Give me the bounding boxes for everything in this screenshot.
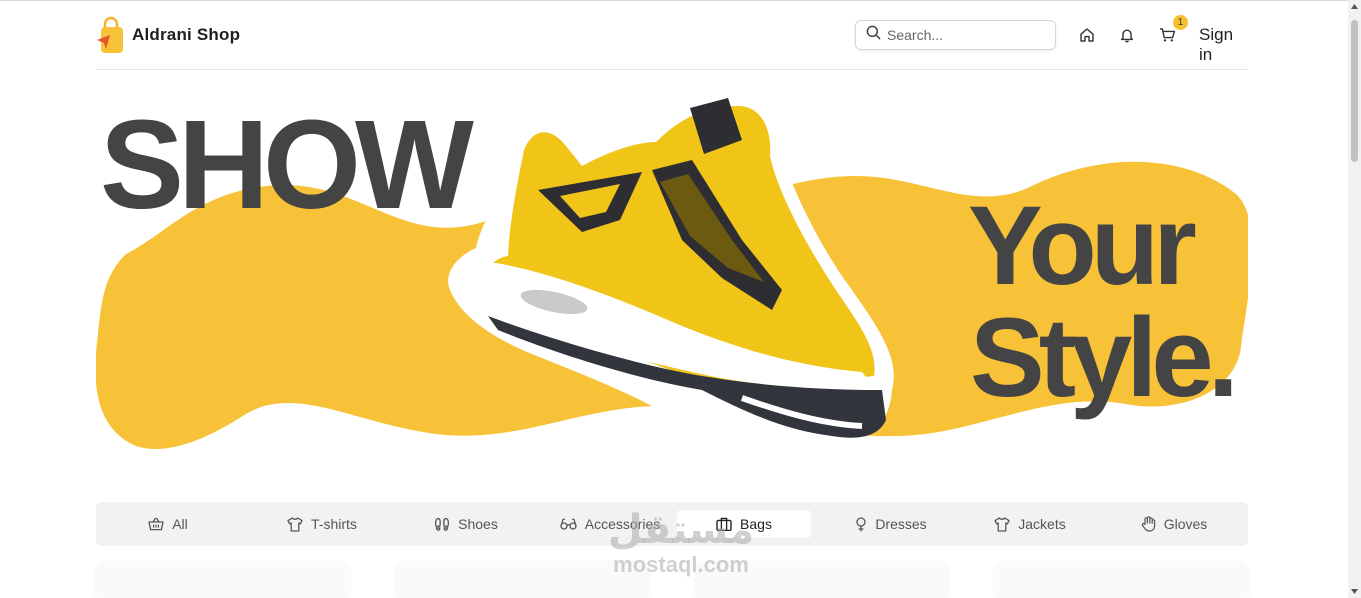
scroll-up-arrow-icon[interactable] <box>1350 3 1359 11</box>
glasses-icon <box>560 518 577 530</box>
category-label: T-shirts <box>311 516 357 532</box>
page-scrollbar[interactable] <box>1348 0 1361 598</box>
category-tab-tshirts[interactable]: T-shirts <box>258 510 386 538</box>
footprints-icon <box>434 517 450 532</box>
search-box[interactable] <box>855 20 1056 50</box>
category-tab-jackets[interactable]: Jackets <box>976 510 1084 538</box>
basket-icon <box>148 517 164 531</box>
product-card[interactable] <box>96 562 350 598</box>
search-icon <box>866 25 881 45</box>
hand-icon <box>1141 516 1156 532</box>
scrollbar-thumb[interactable] <box>1351 20 1358 162</box>
category-tab-shoes[interactable]: Shoes <box>406 510 526 538</box>
yellow-sneaker-image <box>448 95 894 441</box>
category-tab-dresses[interactable]: Dresses <box>832 510 950 538</box>
watermark: مستقل mostaql.com <box>596 510 766 578</box>
shopping-bag-logo-icon <box>96 16 126 54</box>
scroll-down-arrow-icon[interactable] <box>1350 587 1359 595</box>
site-header: Aldrani Shop 1 Sign in <box>96 0 1248 70</box>
watermark-arabic: مستقل <box>607 507 755 553</box>
category-label: Jackets <box>1018 516 1066 532</box>
search-input[interactable] <box>887 27 1047 43</box>
watermark-latin: mostaql.com <box>613 552 749 577</box>
brand[interactable]: Aldrani Shop <box>96 16 240 54</box>
female-icon <box>855 516 867 532</box>
hero-word-show: SHOW <box>100 94 474 235</box>
product-card[interactable] <box>994 562 1248 598</box>
category-label: Dresses <box>875 516 927 532</box>
sign-in-link[interactable]: Sign in <box>1199 25 1248 65</box>
category-label: All <box>172 516 188 532</box>
category-label: Gloves <box>1163 516 1208 532</box>
category-tab-all[interactable]: All <box>114 510 222 538</box>
brand-name: Aldrani Shop <box>132 25 241 44</box>
hero-banner: SHOW Your Style. <box>96 84 1248 464</box>
hero-word-your: Your <box>968 183 1197 308</box>
tshirt-icon <box>287 516 303 532</box>
bell-icon[interactable] <box>1116 24 1138 46</box>
cart-count-badge: 1 <box>1173 15 1188 30</box>
hero-word-style: Style. <box>970 295 1239 420</box>
category-label: Shoes <box>458 516 498 532</box>
home-icon[interactable] <box>1076 24 1098 46</box>
category-tab-gloves[interactable]: Gloves <box>1116 510 1232 538</box>
jacket-icon <box>994 516 1010 532</box>
